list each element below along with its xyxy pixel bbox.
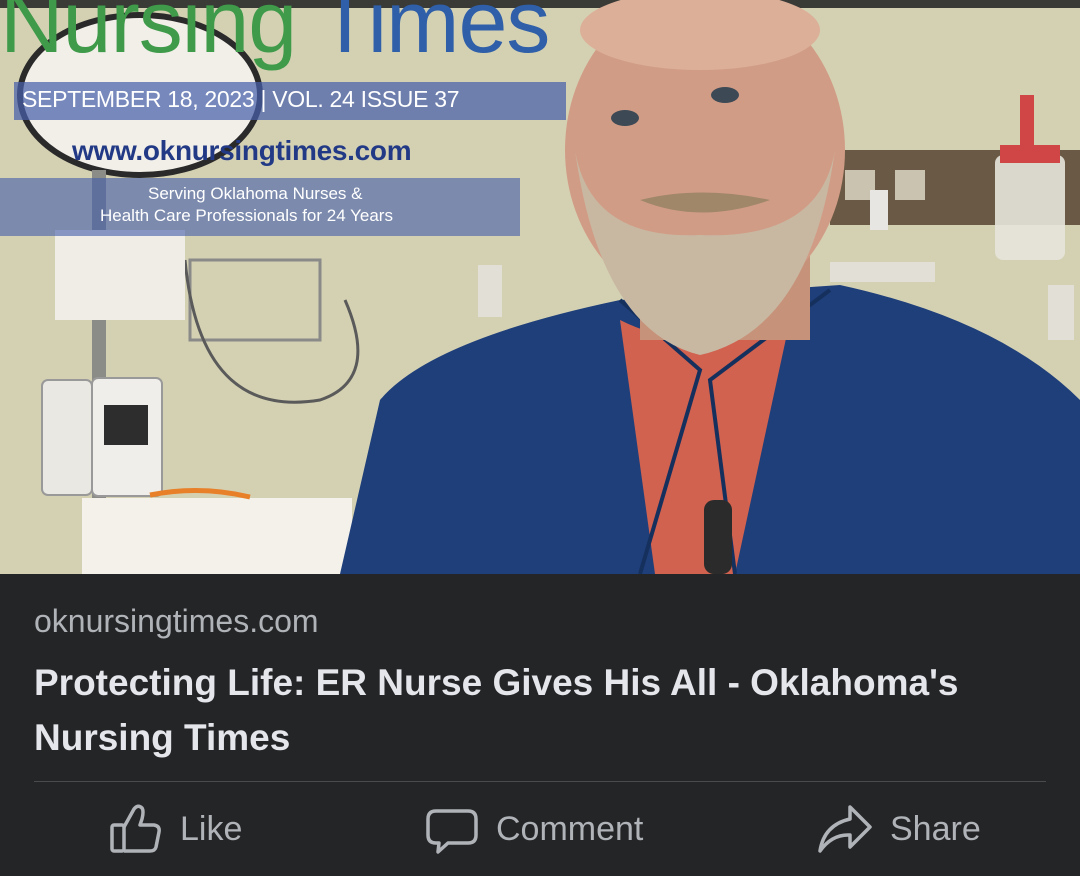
comment-bubble-icon: [426, 809, 478, 854]
share-button[interactable]: Share: [816, 782, 981, 876]
comment-label: Comment: [496, 809, 644, 848]
comment-button[interactable]: Comment: [424, 782, 643, 876]
article-image[interactable]: Nursing Times SEPTEMBER 18, 2023 | VOL. …: [0, 0, 1080, 574]
masthead-title: Nursing Times: [0, 0, 550, 66]
issue-date-line: SEPTEMBER 18, 2023 | VOL. 24 ISSUE 37: [22, 86, 460, 112]
link-title[interactable]: Protecting Life: ER Nurse Gives His All …: [34, 655, 1044, 765]
thumbs-up-icon: [110, 804, 161, 853]
masthead-word-2: Times: [318, 0, 550, 71]
share-label: Share: [890, 809, 981, 848]
like-button[interactable]: Like: [108, 782, 242, 876]
magazine-website: www.oknursingtimes.com: [72, 135, 412, 166]
tagline-line-2: Health Care Professionals for 24 Years: [100, 206, 393, 225]
tagline-line-1: Serving Oklahoma Nurses &: [148, 184, 363, 203]
like-label: Like: [180, 809, 243, 848]
masthead-word-1: Nursing: [0, 0, 297, 71]
action-bar: Like Comment Share: [0, 782, 1080, 876]
link-preview-card: Nursing Times SEPTEMBER 18, 2023 | VOL. …: [0, 0, 1080, 876]
link-domain[interactable]: oknursingtimes.com: [34, 603, 319, 640]
share-arrow-icon: [818, 805, 872, 853]
